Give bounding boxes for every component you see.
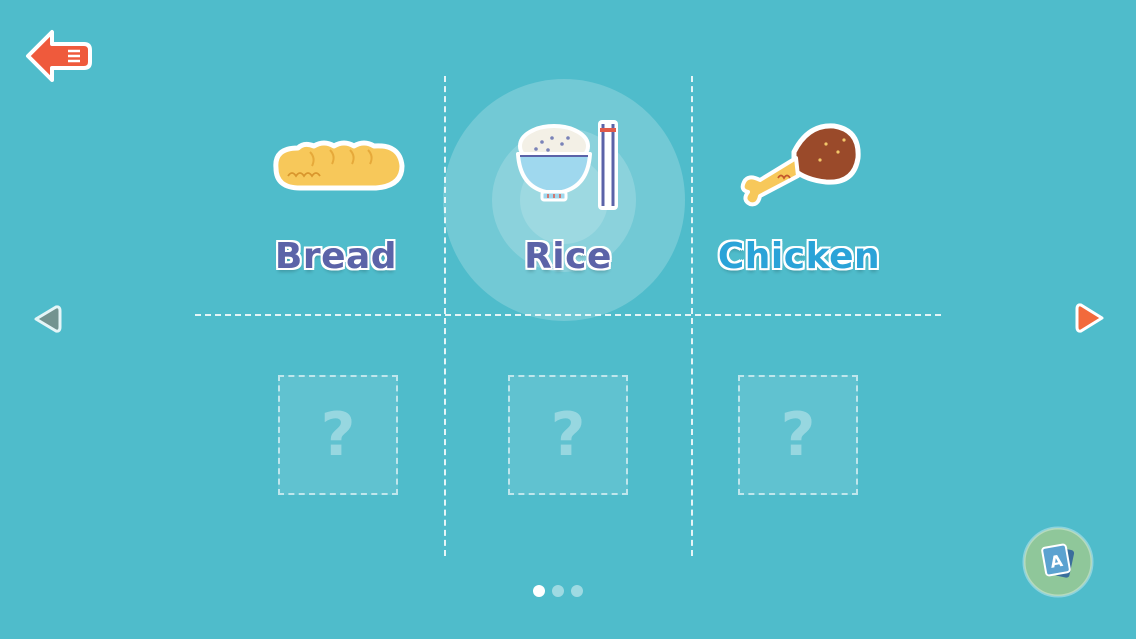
locked-slot-3[interactable]: ?	[738, 375, 858, 495]
question-mark-icon: ?	[550, 400, 586, 470]
rice-bowl-icon	[516, 120, 618, 210]
question-mark-icon: ?	[320, 400, 356, 470]
back-arrow-icon	[26, 30, 92, 82]
page-dot-3[interactable]	[571, 585, 583, 597]
card-button[interactable]: A	[1022, 526, 1094, 598]
page-dot-1[interactable]	[533, 585, 545, 597]
food-card-bread[interactable]: Bread	[222, 100, 452, 290]
back-button[interactable]	[22, 26, 94, 86]
locked-slot-1[interactable]: ?	[278, 375, 398, 495]
next-page-button[interactable]	[1072, 300, 1108, 336]
prev-page-button[interactable]	[30, 302, 64, 336]
page-dot-2[interactable]	[552, 585, 564, 597]
bread-icon	[273, 140, 405, 191]
chicken-leg-icon	[740, 123, 861, 207]
triangle-right-icon	[1075, 303, 1104, 333]
locked-slot-2[interactable]: ?	[508, 375, 628, 495]
food-label-bread: Bread	[274, 236, 398, 277]
triangle-left-icon	[34, 305, 62, 333]
food-card-chicken[interactable]: Chicken	[690, 100, 920, 290]
food-label-rice: Rice	[524, 236, 612, 277]
food-label-chicken: Chicken	[717, 236, 881, 277]
question-mark-icon: ?	[780, 400, 816, 470]
food-card-rice[interactable]: Rice	[452, 100, 688, 290]
